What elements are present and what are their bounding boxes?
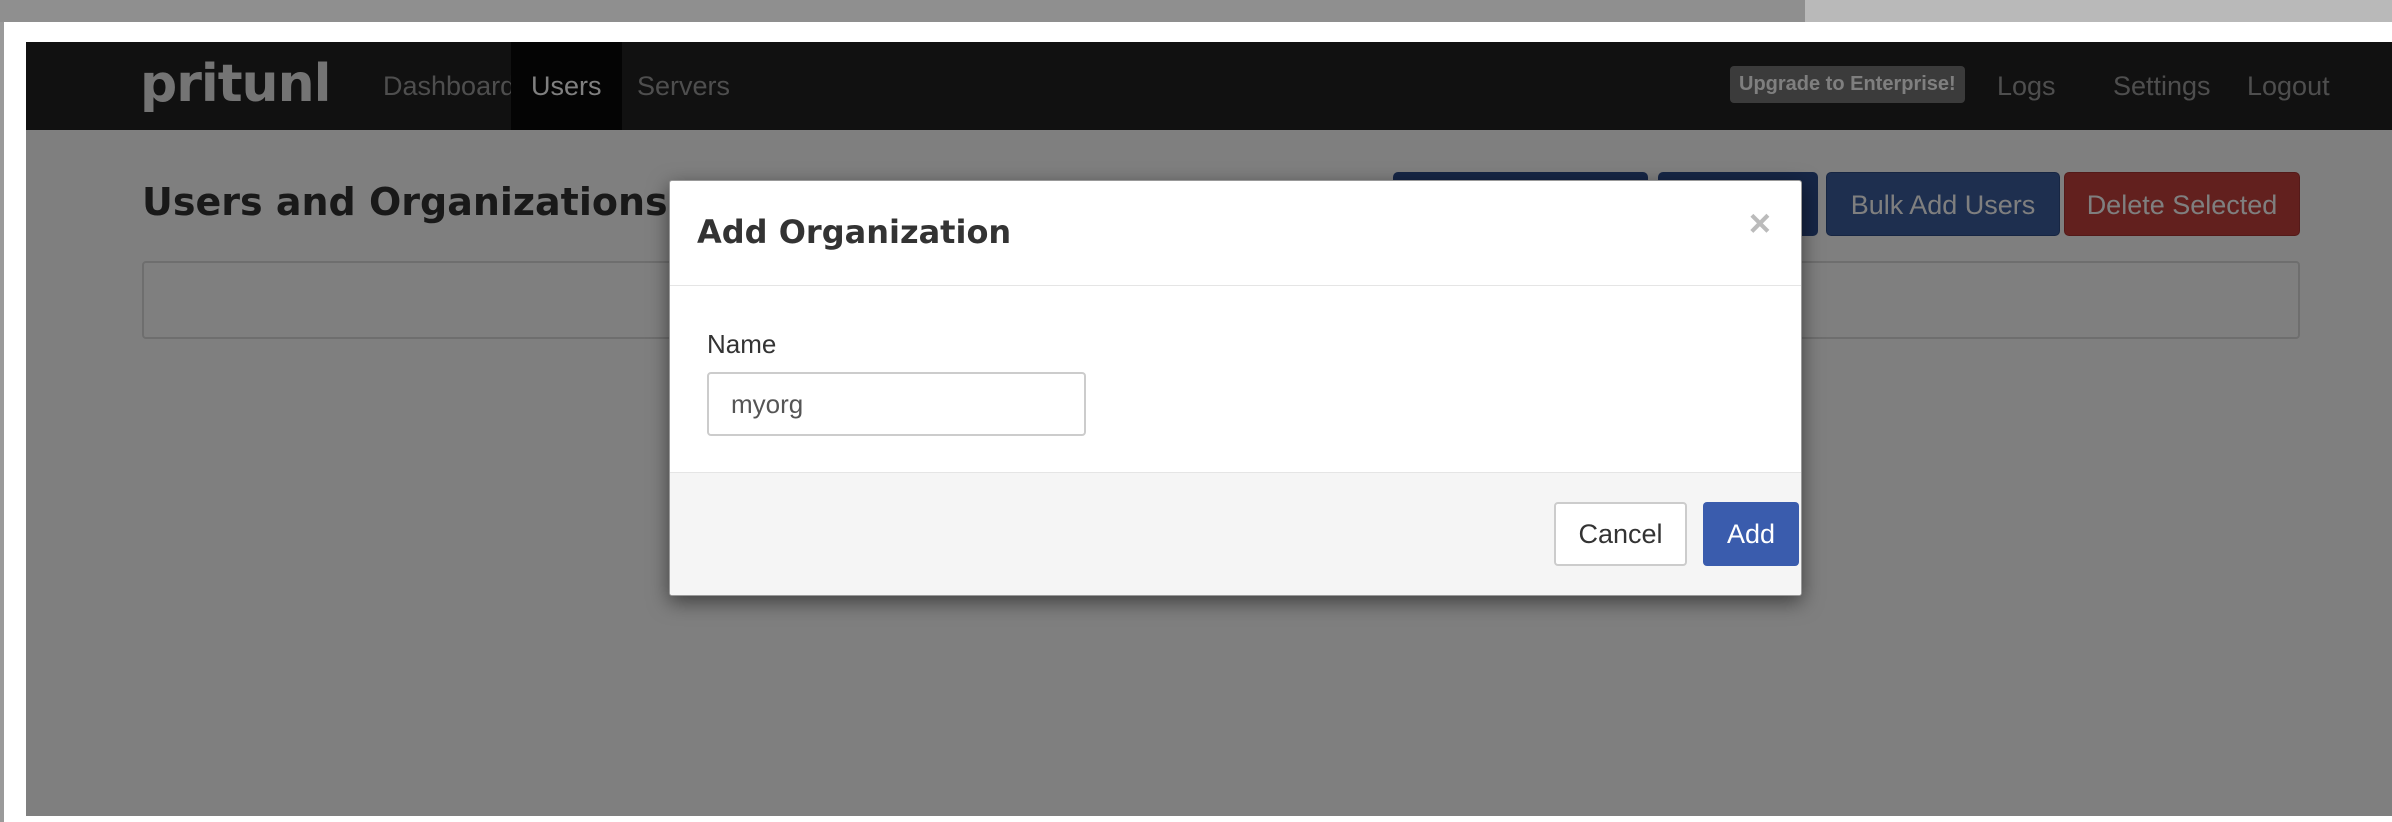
name-label: Name — [707, 329, 777, 359]
add-button[interactable]: Add — [1703, 502, 1799, 566]
add-organization-dialog: Add Organization × Name Cancel Add — [669, 180, 1802, 596]
modal-backdrop-navbar — [26, 42, 2392, 130]
organization-name-input[interactable] — [707, 372, 1086, 436]
dialog-title: Add Organization — [697, 213, 1012, 251]
cancel-button[interactable]: Cancel — [1554, 502, 1687, 566]
dialog-footer: Cancel Add — [670, 472, 1801, 595]
close-icon[interactable]: × — [1749, 205, 1771, 243]
pritunl-app: pritunl Dashboard Users Servers Upgrade … — [26, 42, 2392, 816]
background-window-top-right — [1805, 0, 2392, 22]
dialog-header: Add Organization × — [670, 181, 1801, 286]
dialog-body: Name — [670, 286, 1801, 472]
browser-frame-left-edge — [0, 22, 10, 822]
